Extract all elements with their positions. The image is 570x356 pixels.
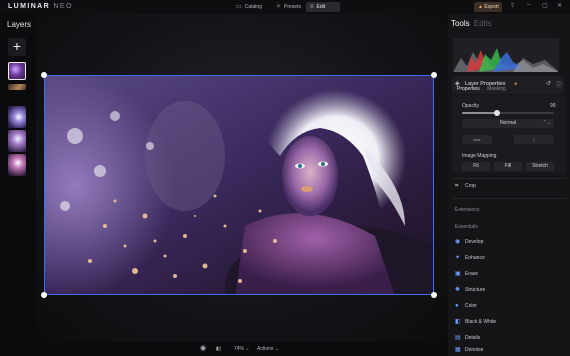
- opacity-slider[interactable]: [462, 110, 554, 116]
- layers-title: Layers: [7, 20, 32, 29]
- chevron-down-icon: ⌃⌄: [542, 120, 551, 126]
- transform-handle-top-left[interactable]: [41, 72, 47, 78]
- histogram-graph: [453, 48, 559, 72]
- layer-thumbnail[interactable]: [8, 84, 26, 90]
- zoom-control[interactable]: 74% ⌄: [234, 344, 250, 354]
- minimize-icon[interactable]: –: [527, 2, 530, 8]
- bottom-toolbar: ◉ ▮▯ 74% ⌄ Actions ⌄: [36, 342, 448, 356]
- layer-thumbnail[interactable]: [8, 106, 26, 128]
- opacity-slider-thumb[interactable]: [493, 110, 500, 116]
- tool-label: Color: [465, 303, 477, 309]
- histogram: [453, 38, 559, 72]
- export-label: Export: [484, 4, 499, 10]
- denoise-icon: ▦: [455, 347, 461, 353]
- tab-edits[interactable]: Edits: [474, 19, 492, 28]
- layer-thumbnail[interactable]: [8, 154, 26, 176]
- tool-label: Details: [465, 335, 481, 341]
- chevron-down-icon: ⌄: [245, 346, 250, 352]
- presets-button[interactable]: ✧ Presets: [272, 2, 305, 12]
- tool-label: Structure: [465, 287, 486, 293]
- opacity-value: 99: [550, 103, 556, 109]
- opacity-slider-fill: [462, 112, 497, 114]
- details-icon: ▤: [455, 335, 461, 341]
- transform-handle-bottom-left[interactable]: [41, 292, 47, 298]
- tab-tools[interactable]: Tools: [451, 19, 470, 28]
- tool-erase[interactable]: ▣ Erase: [452, 268, 566, 280]
- transform-handle-top-right[interactable]: [431, 72, 437, 78]
- edit-label: Edit: [316, 4, 326, 10]
- tool-label: Denoise: [465, 347, 484, 353]
- tool-develop[interactable]: ◉ Develop: [452, 236, 566, 248]
- mapping-fill-button[interactable]: Fill: [494, 162, 522, 171]
- app-logo: LUMINAR NEO: [8, 3, 73, 10]
- catalog-icon: ▭: [236, 4, 242, 10]
- catalog-label: Catalog: [244, 4, 262, 10]
- subtab-masking[interactable]: Masking: [487, 86, 506, 92]
- extensions-heading[interactable]: Extensions: [455, 207, 479, 213]
- export-button[interactable]: ▲ Export: [474, 2, 502, 12]
- star-icon: ★: [514, 81, 518, 86]
- edit-icon: ≡: [310, 4, 314, 10]
- brand-suffix: NEO: [53, 3, 73, 10]
- tool-crop[interactable]: ⌗ Crop: [452, 180, 566, 192]
- transform-handle-bottom-right[interactable]: [431, 292, 437, 298]
- photo-layer[interactable]: [44, 75, 434, 295]
- tool-label: Develop: [465, 239, 484, 245]
- presets-icon: ✧: [276, 4, 282, 10]
- tool-enhance[interactable]: ✦ Enhance: [452, 252, 566, 264]
- lock-aspect-button[interactable]: lock: [462, 135, 492, 144]
- edit-button[interactable]: ≡ Edit: [306, 2, 340, 12]
- tool-label: Black & White: [465, 319, 497, 325]
- catalog-button[interactable]: ▭ Catalog: [232, 2, 266, 12]
- crop-label: Crop: [465, 183, 476, 189]
- structure-icon: ✺: [455, 287, 461, 293]
- flip-button[interactable]: |: [514, 135, 554, 144]
- develop-icon: ◉: [455, 239, 461, 245]
- chevron-down-icon: ⌄: [274, 346, 279, 352]
- divider: [452, 198, 566, 199]
- tool-color[interactable]: ● Color: [452, 300, 566, 312]
- eye-icon[interactable]: ◉: [200, 344, 206, 354]
- essentials-heading[interactable]: Essentials: [455, 224, 478, 230]
- erase-icon: ▣: [455, 271, 461, 277]
- mapping-stretch-button[interactable]: Stretch: [526, 162, 554, 171]
- image-mapping-label: Image Mapping: [462, 153, 497, 159]
- divider: [452, 178, 566, 179]
- blend-mode-value: Normal: [499, 120, 517, 126]
- add-layer-button[interactable]: +: [8, 38, 26, 56]
- enhance-icon: ✦: [455, 255, 461, 261]
- layer-thumbnail-active[interactable]: [8, 62, 26, 80]
- presets-label: Presets: [284, 4, 301, 10]
- share-icon[interactable]: ⇪: [510, 2, 515, 9]
- tool-label: Erase: [465, 271, 479, 277]
- actions-menu[interactable]: Actions ⌄: [257, 344, 279, 354]
- compare-icon[interactable]: ▮▯: [216, 344, 222, 354]
- flip-label: |: [533, 137, 535, 142]
- brand-name: LUMINAR: [8, 3, 51, 10]
- subtab-properties[interactable]: Properties: [457, 86, 480, 92]
- info-icon[interactable]: ⓘ: [556, 80, 562, 89]
- tool-structure[interactable]: ✺ Structure: [452, 284, 566, 296]
- color-icon: ●: [455, 303, 459, 309]
- tool-details[interactable]: ▤ Details: [452, 332, 566, 344]
- opacity-label: Opacity: [462, 103, 479, 109]
- zoom-value: 74%: [234, 346, 245, 352]
- crop-icon: ⌗: [455, 183, 459, 189]
- maximize-icon[interactable]: ▢: [542, 2, 548, 9]
- tool-black-white[interactable]: ◧ Black & White: [452, 316, 566, 328]
- export-icon: ▲: [478, 4, 483, 10]
- blend-mode-select[interactable]: Normal ⌃⌄: [462, 119, 554, 128]
- lock-aspect-label: lock: [473, 137, 481, 142]
- tool-label: Enhance: [465, 255, 485, 261]
- reset-icon[interactable]: ↺: [546, 80, 551, 87]
- actions-label: Actions: [257, 346, 274, 352]
- black-white-icon: ◧: [455, 319, 461, 325]
- close-icon[interactable]: ✕: [557, 2, 562, 9]
- mapping-fit-button[interactable]: Fit: [462, 162, 490, 171]
- top-bar: LUMINAR NEO ▭ Catalog ✧ Presets ≡ Edit ▲…: [0, 0, 570, 14]
- layer-thumbnail[interactable]: [8, 130, 26, 152]
- photo-image: [45, 76, 433, 294]
- tool-denoise[interactable]: ▦ Denoise: [452, 344, 566, 356]
